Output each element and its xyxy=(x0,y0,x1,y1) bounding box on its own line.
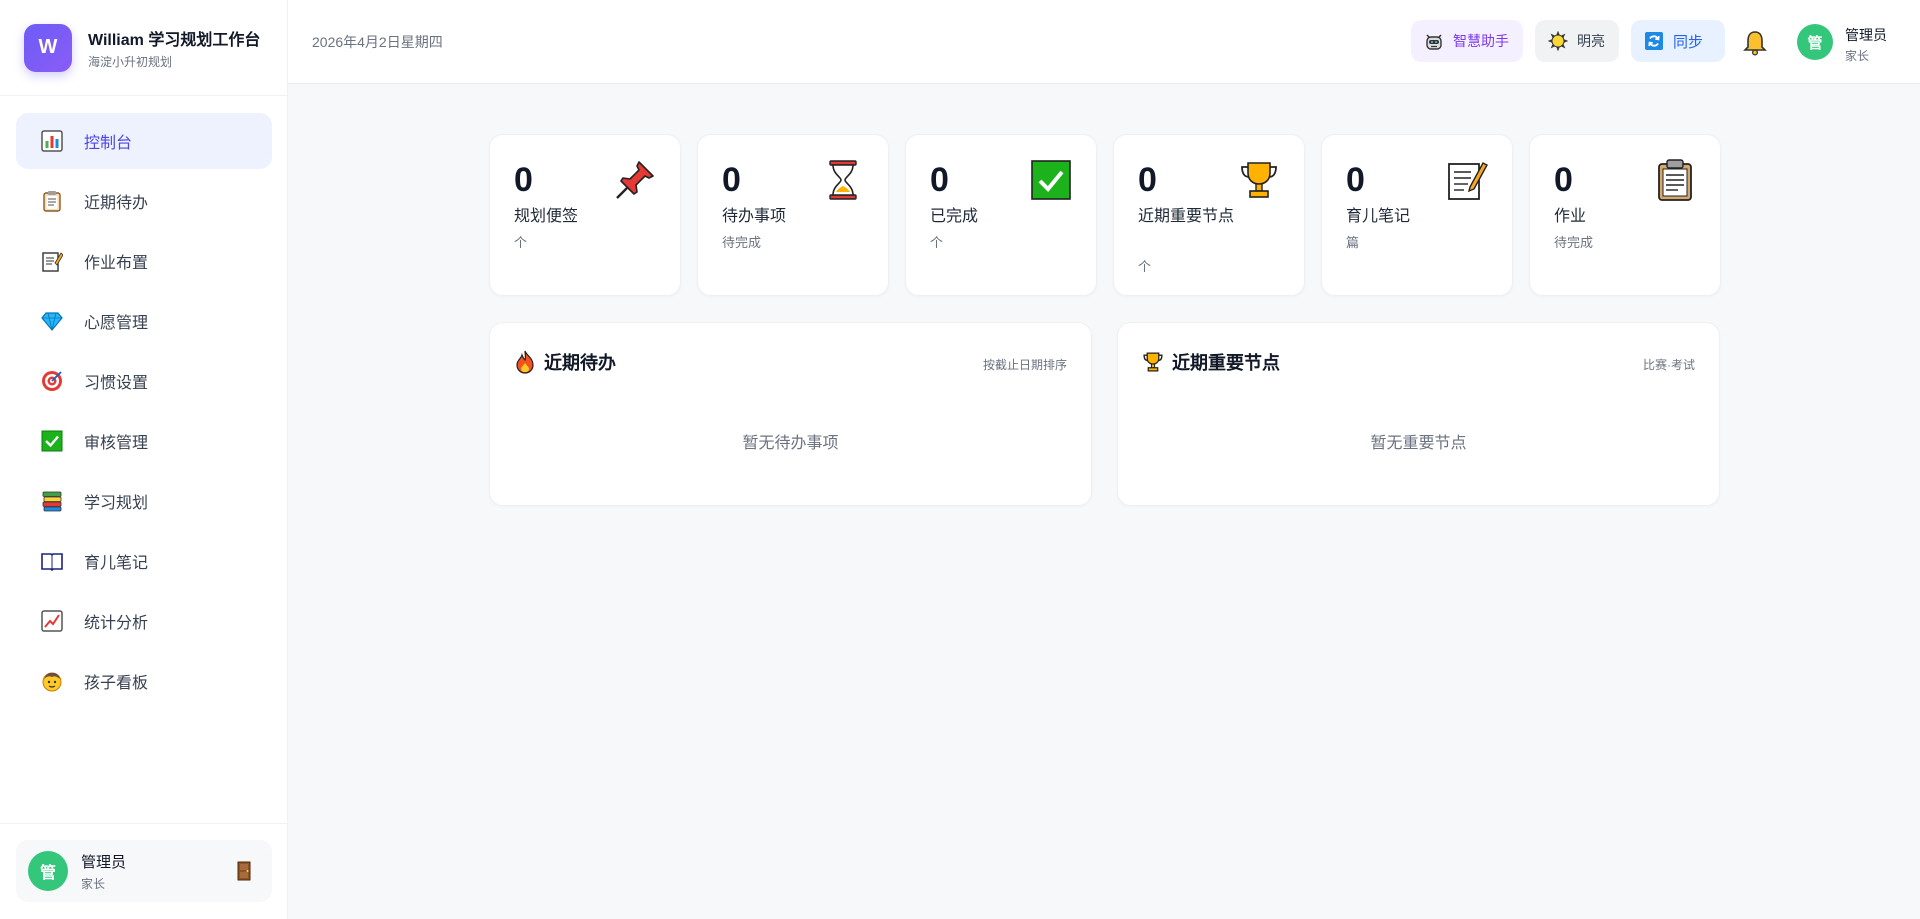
sidebar-item-review[interactable]: 审核管理 xyxy=(16,413,272,469)
trophy-icon xyxy=(1238,159,1280,201)
check-box-icon xyxy=(40,429,64,453)
panel-hint: 比赛·考试 xyxy=(1643,358,1695,372)
panel-hint: 按截止日期排序 xyxy=(982,358,1067,372)
sidebar-item-label: 育儿笔记 xyxy=(84,555,149,572)
header-user-role: 家长 xyxy=(1845,49,1870,63)
empty-state-text: 暂无待办事项 xyxy=(742,435,839,452)
sidebar-nav: 控制台 近期待办 作业布置 心愿管理 习惯设置 审核管理 学习规划 育儿笔记 统… xyxy=(16,113,272,713)
current-date: 2026年4月2日星期四 xyxy=(312,34,443,50)
sidebar-item-homework[interactable]: 作业布置 xyxy=(16,233,272,289)
stat-label: 规划便签 xyxy=(514,208,579,225)
stat-card-homework[interactable]: 0 作业 待完成 xyxy=(1529,134,1721,296)
stat-unit: 个 xyxy=(930,235,944,250)
ai-assistant-label: 智慧助手 xyxy=(1453,33,1509,49)
header-user-name: 管理员 xyxy=(1845,27,1887,43)
stat-unit: 待完成 xyxy=(722,235,762,250)
clipboard-icon xyxy=(1654,159,1696,201)
pushpin-icon xyxy=(614,159,656,201)
sidebar-item-kid-board[interactable]: 孩子看板 xyxy=(16,653,272,709)
memo-icon xyxy=(1446,159,1488,201)
stat-label: 已完成 xyxy=(930,208,979,225)
sidebar-item-label: 控制台 xyxy=(84,135,133,152)
brand: W William 学习规划工作台 海淀小升初规划 xyxy=(0,0,287,96)
stat-card-parenting-notes[interactable]: 0 育儿笔记 篇 xyxy=(1321,134,1513,296)
sidebar-item-label: 孩子看板 xyxy=(84,675,149,692)
books-icon xyxy=(40,489,64,513)
user-name: 管理员 xyxy=(81,853,127,871)
ai-assistant-button[interactable]: 智慧助手 xyxy=(1411,20,1523,62)
robot-icon xyxy=(1423,30,1445,52)
theme-toggle-label: 明亮 xyxy=(1577,33,1605,49)
sidebar-item-label: 心愿管理 xyxy=(84,315,149,332)
sync-button[interactable]: 同步 xyxy=(1631,20,1725,62)
sun-icon xyxy=(1547,30,1569,52)
sidebar-item-parenting-notes[interactable]: 育儿笔记 xyxy=(16,533,272,589)
check-mark-icon xyxy=(1030,159,1072,201)
sidebar-item-label: 习惯设置 xyxy=(84,375,149,392)
bar-chart-icon xyxy=(40,129,64,153)
hourglass-icon xyxy=(822,159,864,201)
stat-label: 待办事项 xyxy=(722,208,787,225)
milestones-panel: 近期重要节点 比赛·考试 暂无重要节点 xyxy=(1117,322,1720,506)
sidebar-item-wishes[interactable]: 心愿管理 xyxy=(16,293,272,349)
panel-title: 近期待办 xyxy=(544,353,616,373)
theme-toggle-button[interactable]: 明亮 xyxy=(1535,20,1619,62)
sidebar-item-todos[interactable]: 近期待办 xyxy=(16,173,272,229)
stat-card-milestones[interactable]: 0 近期重要节点 个 xyxy=(1113,134,1305,296)
user-role: 家长 xyxy=(81,876,106,891)
gem-icon xyxy=(40,309,64,333)
sidebar-item-habits[interactable]: 习惯设置 xyxy=(16,353,272,409)
sidebar-item-dashboard[interactable]: 控制台 xyxy=(16,113,272,169)
stat-value: 0 xyxy=(1554,161,1573,199)
stat-unit: 篇 xyxy=(1346,235,1360,250)
clipboard-icon xyxy=(40,189,64,213)
stat-value: 0 xyxy=(930,161,949,199)
stat-value: 0 xyxy=(722,161,741,199)
book-icon xyxy=(40,549,64,573)
sidebar-item-label: 近期待办 xyxy=(84,195,149,212)
panel-title: 近期重要节点 xyxy=(1172,353,1280,373)
recent-todos-panel: 近期待办 按截止日期排序 暂无待办事项 xyxy=(489,322,1092,506)
door-icon[interactable] xyxy=(234,861,254,881)
stat-value: 0 xyxy=(1138,161,1157,199)
avatar: 管 xyxy=(28,851,68,891)
sidebar-item-label: 学习规划 xyxy=(84,495,149,512)
sync-icon xyxy=(1643,30,1665,52)
sidebar-item-label: 统计分析 xyxy=(84,615,149,632)
child-face-icon xyxy=(40,669,64,693)
trend-chart-icon xyxy=(40,609,64,633)
app-title: William 学习规划工作台 xyxy=(88,31,261,49)
stat-card-todos[interactable]: 0 待办事项 待完成 xyxy=(697,134,889,296)
sidebar-item-statistics[interactable]: 统计分析 xyxy=(16,593,272,649)
header-avatar[interactable]: 管 xyxy=(1797,24,1833,60)
memo-icon xyxy=(40,249,64,273)
stat-label: 作业 xyxy=(1554,208,1587,225)
sidebar-footer: 管 管理员 家长 xyxy=(0,823,288,919)
trophy-icon xyxy=(1142,350,1164,374)
user-card[interactable]: 管 管理员 家长 xyxy=(16,840,272,902)
sidebar-item-label: 审核管理 xyxy=(84,435,149,452)
stat-card-notes[interactable]: 0 规划便签 个 xyxy=(489,134,681,296)
stat-label: 近期重要节点 xyxy=(1138,208,1235,225)
top-header: 2026年4月2日星期四 智慧助手 明亮 同步 管 管理员 家长 xyxy=(288,0,1920,84)
stat-value: 0 xyxy=(514,161,533,199)
stat-card-completed[interactable]: 0 已完成 个 xyxy=(905,134,1097,296)
fire-icon xyxy=(514,350,536,374)
stat-unit: 待完成 xyxy=(1554,235,1594,250)
stat-unit: 个 xyxy=(514,235,528,250)
app-logo[interactable]: W xyxy=(24,23,72,72)
bell-icon[interactable] xyxy=(1743,30,1767,56)
target-icon xyxy=(40,369,64,393)
sync-label: 同步 xyxy=(1673,33,1704,51)
app-subtitle: 海淀小升初规划 xyxy=(88,54,173,69)
stat-label: 育儿笔记 xyxy=(1346,208,1411,225)
empty-state-text: 暂无重要节点 xyxy=(1370,435,1467,452)
header-user[interactable]: 管理员 家长 xyxy=(1845,25,1887,64)
sidebar-item-label: 作业布置 xyxy=(84,255,149,272)
sidebar: W William 学习规划工作台 海淀小升初规划 控制台 近期待办 作业布置 xyxy=(0,0,288,919)
stat-unit: 个 xyxy=(1138,259,1152,274)
stat-value: 0 xyxy=(1346,161,1365,199)
sidebar-item-study-plan[interactable]: 学习规划 xyxy=(16,473,272,529)
